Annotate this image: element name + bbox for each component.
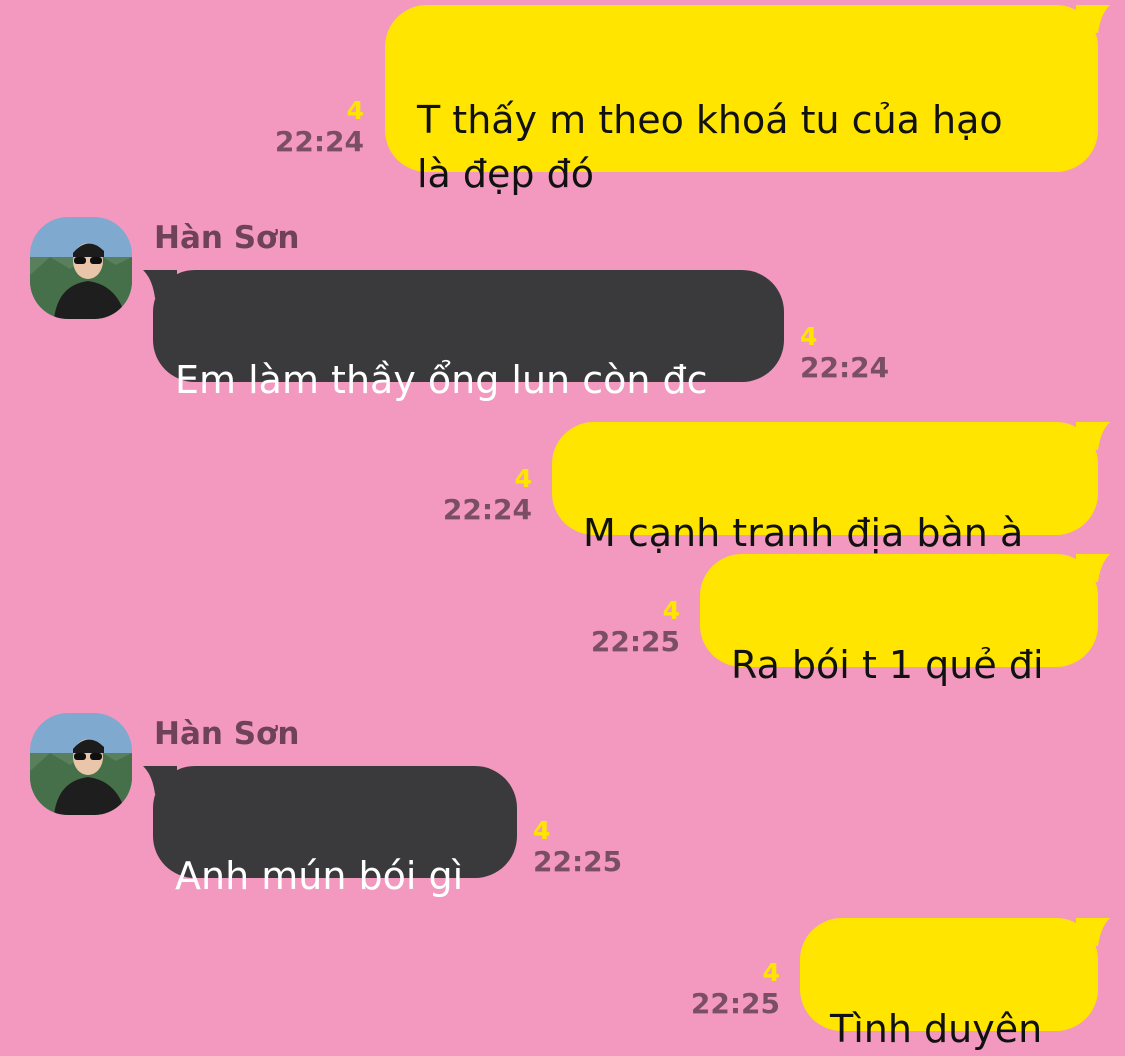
bubble-tail-outgoing <box>1076 918 1110 946</box>
unread-count: 4 <box>800 322 818 351</box>
outgoing-message-bubble[interactable]: M cạnh tranh địa bàn à <box>552 422 1098 555</box>
incoming-message-bubble[interactable]: Anh mún bói gì <box>153 766 517 898</box>
outgoing-message-bubble[interactable]: T thấy m theo khoá tu của hạo là đẹp đó <box>385 5 1098 196</box>
bubble-tail-outgoing <box>1076 422 1110 450</box>
message-meta: 4 22:25 <box>533 816 633 878</box>
message-meta: 4 22:25 <box>680 958 780 1020</box>
message-meta: 4 22:25 <box>580 596 680 658</box>
unread-count: 4 <box>533 816 551 845</box>
outgoing-message-bubble[interactable]: Ra bói t 1 quẻ đi <box>700 554 1098 687</box>
message-text: T thấy m theo khoá tu của hạo là đẹp đó <box>417 98 1003 196</box>
unread-count: 4 <box>346 96 364 125</box>
message-timestamp: 22:24 <box>800 351 890 384</box>
message-text: Ra bói t 1 quẻ đi <box>731 643 1044 687</box>
message-meta: 4 22:24 <box>432 464 532 526</box>
message-timestamp: 22:24 <box>442 493 532 526</box>
message-timestamp: 22:25 <box>690 987 780 1020</box>
message-meta: 4 22:24 <box>800 322 900 384</box>
message-meta: 4 22:24 <box>264 96 364 158</box>
message-text: Em làm thầy ổng lun còn đc <box>175 358 708 402</box>
unread-count: 4 <box>762 958 780 987</box>
sender-avatar[interactable] <box>30 217 132 319</box>
bubble-tail-incoming <box>143 766 177 794</box>
sender-name: Hàn Sơn <box>154 220 300 256</box>
chat-message-list[interactable]: T thấy m theo khoá tu của hạo là đẹp đó … <box>0 0 1125 1051</box>
outgoing-message-bubble[interactable]: Tình duyên <box>800 918 1098 1051</box>
incoming-message-bubble[interactable]: Em làm thầy ổng lun còn đc <box>153 270 784 402</box>
bubble-tail-outgoing <box>1076 5 1110 33</box>
unread-count: 4 <box>662 596 680 625</box>
message-text: Tình duyên <box>830 1007 1043 1051</box>
profile-photo-icon <box>30 713 132 815</box>
message-text: M cạnh tranh địa bàn à <box>583 511 1024 555</box>
bubble-tail-outgoing <box>1076 554 1110 582</box>
message-timestamp: 22:25 <box>590 625 680 658</box>
message-timestamp: 22:24 <box>274 125 364 158</box>
sender-name: Hàn Sơn <box>154 716 300 752</box>
message-timestamp: 22:25 <box>533 845 623 878</box>
bubble-tail-incoming <box>143 270 177 298</box>
sender-avatar[interactable] <box>30 713 132 815</box>
message-text: Anh mún bói gì <box>175 854 464 898</box>
unread-count: 4 <box>514 464 532 493</box>
profile-photo-icon <box>30 217 132 319</box>
